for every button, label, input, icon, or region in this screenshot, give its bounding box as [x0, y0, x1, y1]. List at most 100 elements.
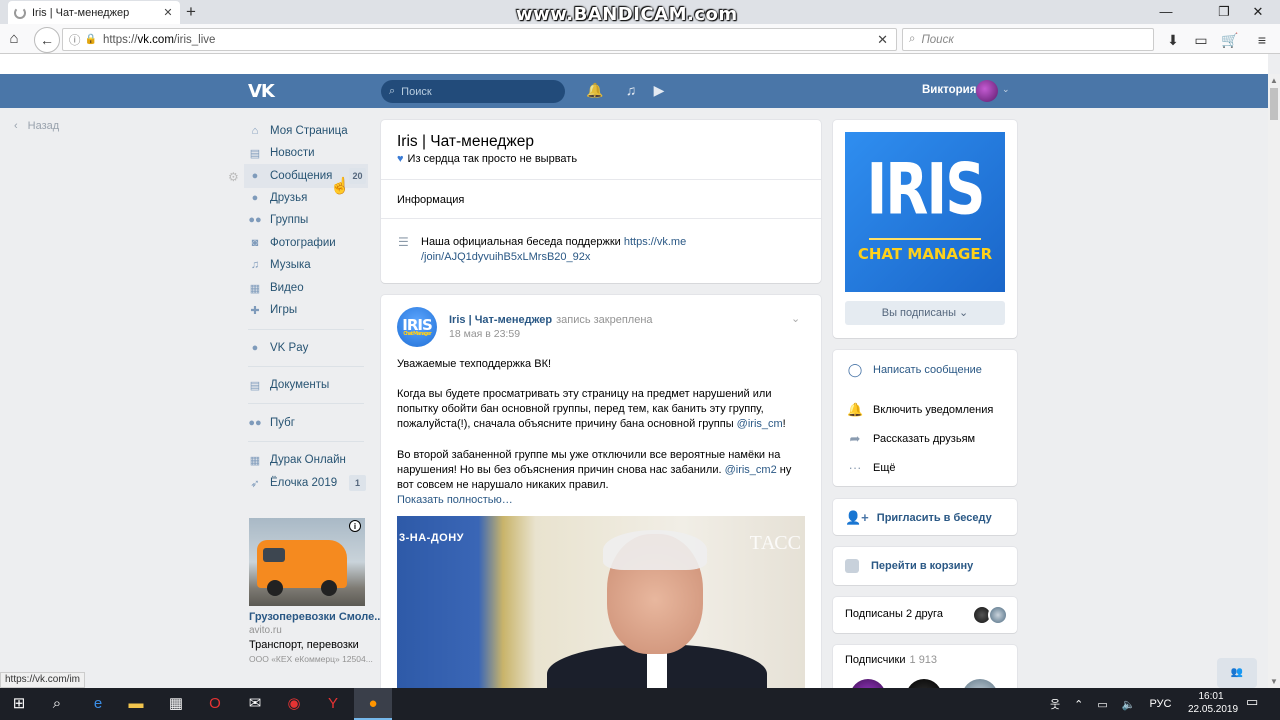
- image-watermark: ТАСС: [749, 532, 801, 554]
- scroll-down-icon[interactable]: ▼: [1270, 677, 1278, 686]
- search-icon[interactable]: ⌕: [38, 688, 76, 720]
- sidebar-item-photos[interactable]: ◙ Фотографии: [248, 232, 368, 254]
- menu-icon[interactable]: ≡: [1252, 30, 1272, 50]
- volume-icon[interactable]: 🔈: [1122, 698, 1136, 711]
- user-name[interactable]: Виктория: [922, 84, 976, 96]
- sidebar-item-label: Видео: [270, 282, 304, 294]
- sidebar-item-documents[interactable]: ▤ Документы: [248, 374, 368, 396]
- sidebar-item-durak[interactable]: ▦ Дурак Онлайн: [248, 449, 368, 471]
- gear-icon[interactable]: ⚙: [228, 170, 239, 184]
- cart-label: Перейти в корзину: [871, 560, 974, 572]
- reader-view-icon[interactable]: ▭: [1191, 30, 1211, 50]
- sidebar-item-elochka[interactable]: ➶ Ёлочка 2019 1: [248, 472, 368, 494]
- sidebar-item-vkpay[interactable]: ● VK Pay: [248, 337, 368, 359]
- sidebar-item-news[interactable]: ▤ Новости: [248, 142, 368, 164]
- info-section-label[interactable]: Информация: [397, 194, 464, 206]
- subscribers-header[interactable]: Подписчики 1 913: [845, 654, 937, 666]
- community-icon: ●●: [248, 417, 262, 429]
- more-button[interactable]: ··· Ещё: [847, 460, 896, 475]
- sidebar-item-pubg[interactable]: ●● Пубг: [248, 412, 368, 434]
- photo-icon: ◙: [251, 237, 259, 249]
- description-icon: ☰: [398, 235, 409, 249]
- chevron-down-icon[interactable]: ⌄: [1002, 84, 1010, 95]
- friend-avatar[interactable]: [988, 605, 1008, 625]
- back-link[interactable]: ‹ Назад: [14, 120, 59, 132]
- show-more-link[interactable]: Показать полностью…: [397, 494, 513, 506]
- basket-icon: [845, 559, 859, 573]
- vk-search-input[interactable]: ⌕ Поиск: [381, 80, 565, 103]
- back-button[interactable]: ←: [34, 27, 60, 53]
- cart-icon[interactable]: 🛒: [1220, 30, 1240, 50]
- windows-start-icon[interactable]: ⊞: [0, 688, 38, 720]
- sidebar-item-friends[interactable]: ● Друзья: [248, 187, 368, 209]
- edge-icon[interactable]: e: [79, 688, 117, 720]
- system-tray: 웃 ⌃ ▭ 🔈 РУС: [1050, 692, 1171, 716]
- enable-notifications-button[interactable]: 🔔 Включить уведомления: [847, 402, 993, 418]
- opera-icon[interactable]: O: [196, 688, 234, 720]
- sidebar-item-messages[interactable]: ● Сообщения 20: [248, 165, 368, 187]
- mention-link[interactable]: @iris_cm2: [725, 464, 777, 476]
- download-icon[interactable]: ⬇: [1163, 30, 1183, 50]
- subscribed-button[interactable]: Вы подписаны ⌄: [845, 301, 1005, 325]
- post-date[interactable]: 18 мая в 23:59: [449, 328, 520, 340]
- vk-logo[interactable]: VK: [248, 81, 276, 102]
- heart-icon: ♥: [397, 153, 404, 165]
- close-tab-icon[interactable]: ✕: [162, 6, 174, 19]
- bandicam-icon[interactable]: ◉: [275, 688, 313, 720]
- home-icon[interactable]: ⌂: [4, 30, 24, 50]
- sidebar-item-my-page[interactable]: ⌂ Моя Страница: [248, 120, 368, 142]
- avatar[interactable]: [976, 80, 998, 102]
- write-message-button[interactable]: ◯ Написать сообщение: [847, 362, 982, 378]
- sidebar-item-games[interactable]: ✚ Игры: [248, 299, 368, 321]
- person-icon[interactable]: 웃: [1050, 696, 1060, 712]
- close-window-button[interactable]: ✕: [1244, 2, 1272, 22]
- store-icon[interactable]: ▦: [157, 688, 195, 720]
- post-author-name: Iris | Чат-менеджер: [449, 314, 553, 326]
- chevron-down-icon[interactable]: ⌄: [791, 312, 800, 325]
- clear-url-icon[interactable]: ✕: [877, 32, 888, 48]
- maximize-button[interactable]: ❐: [1210, 2, 1238, 22]
- sidebar-item-label: Ёлочка 2019: [270, 477, 338, 489]
- description-text: Наша официальная беседа поддержки: [421, 236, 624, 248]
- folder-icon[interactable]: ▬: [117, 688, 155, 720]
- post-author[interactable]: Iris | Чат-менеджер запись закреплена: [449, 314, 653, 326]
- ad-image[interactable]: [249, 518, 365, 606]
- chevron-up-icon[interactable]: ⌃: [1074, 698, 1083, 711]
- menu-divider: [248, 441, 364, 442]
- browser-search-field[interactable]: ⌕ Поиск: [902, 28, 1154, 51]
- post-image[interactable]: 3-НА-ДОНУ ТАСС: [397, 516, 805, 688]
- sidebar-item-video[interactable]: ▦ Видео: [248, 277, 368, 299]
- browser-tab[interactable]: Iris | Чат-менеджер ✕: [8, 1, 180, 24]
- network-icon[interactable]: ▭: [1097, 698, 1107, 711]
- sidebar-item-music[interactable]: ♫ Музыка: [248, 254, 368, 276]
- play-icon[interactable]: ▶: [649, 82, 669, 102]
- post-author-avatar[interactable]: IRIS Chat Manager: [397, 307, 437, 347]
- sidebar-item-groups[interactable]: ●● Группы: [248, 209, 368, 231]
- notifications-icon[interactable]: ▭: [1246, 694, 1258, 710]
- taskbar-clock[interactable]: 16:01 22.05.2019: [1188, 690, 1238, 716]
- bell-icon[interactable]: 🔔: [585, 82, 605, 102]
- new-tab-button[interactable]: +: [186, 2, 204, 22]
- mention-link[interactable]: @iris_cm: [737, 418, 783, 430]
- page-scrollbar[interactable]: ▲ ▼: [1268, 74, 1280, 688]
- invite-to-chat-button[interactable]: 👤+ Пригласить в беседу: [845, 510, 992, 526]
- ad-title[interactable]: Грузоперевозки Смоле...: [249, 611, 383, 623]
- yandex-icon[interactable]: Y: [314, 688, 352, 720]
- scroll-up-icon[interactable]: ▲: [1270, 76, 1278, 85]
- info-icon[interactable]: i: [349, 520, 361, 532]
- scrollbar-thumb[interactable]: [1270, 88, 1278, 120]
- mail-icon[interactable]: ✉: [236, 688, 274, 720]
- share-button[interactable]: ➦ Рассказать друзьям: [847, 431, 976, 447]
- friends-subscribed-text[interactable]: Подписаны 2 друга: [845, 608, 943, 620]
- language-indicator[interactable]: РУС: [1149, 698, 1171, 710]
- music-note-icon[interactable]: ♫: [621, 82, 641, 102]
- go-to-cart-button[interactable]: Перейти в корзину: [845, 559, 973, 573]
- info-icon[interactable]: ⓘ: [69, 32, 81, 48]
- image-caption: 3-НА-ДОНУ: [399, 532, 465, 544]
- minimize-button[interactable]: —: [1152, 2, 1180, 22]
- chat-people-button[interactable]: 👥: [1217, 658, 1257, 688]
- search-icon: ⌕: [909, 33, 916, 45]
- group-logo[interactable]: IRIS CHAT MANAGER: [845, 132, 1005, 292]
- address-bar[interactable]: ⓘ 🔒 https://vk.com/iris_live ✕: [62, 28, 897, 51]
- firefox-icon[interactable]: ●: [354, 688, 392, 720]
